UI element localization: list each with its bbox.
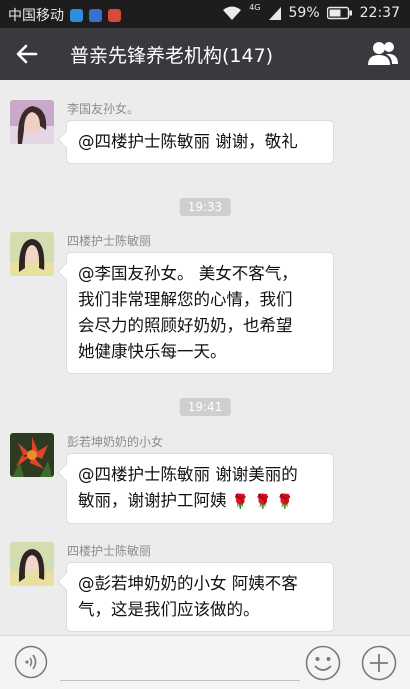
message-line: 会尽力的照顾好奶奶，也希望 — [78, 316, 293, 335]
message-line: 她健康快乐每一天。 — [78, 342, 227, 361]
message-bubble[interactable]: @四楼护士陈敏丽 谢谢，敬礼 — [66, 120, 334, 164]
more-options-button[interactable] — [361, 645, 397, 681]
message-text: @四楼护士陈敏丽 谢谢，敬礼 — [78, 132, 298, 151]
message-bubble[interactable]: @四楼护士陈敏丽 谢谢美丽的 敏丽，谢谢护工阿姨 🌹 🌹 🌹 — [66, 453, 334, 524]
group-members-icon — [368, 42, 398, 65]
message-bubble[interactable]: @李国友孙女。 美女不客气， 我们非常理解您的心情，我们 会尽力的照顾好奶奶，也… — [66, 252, 334, 374]
back-button[interactable] — [12, 40, 42, 68]
avatar[interactable] — [10, 542, 54, 586]
wifi-icon — [222, 5, 242, 21]
emoji-icon — [305, 645, 341, 681]
sender-name: 彭若坤奶奶的小女 — [67, 435, 164, 449]
clock: 22:37 — [359, 5, 400, 21]
input-bar — [0, 635, 410, 689]
carrier-name: 中国移动 — [8, 8, 64, 24]
avatar[interactable] — [10, 433, 54, 477]
sender-name: 李国友孙女。 — [67, 102, 140, 116]
plus-icon — [361, 645, 397, 681]
gallery-notification-icon — [89, 8, 102, 22]
back-arrow-icon — [16, 44, 38, 64]
message-notification-icon — [70, 8, 83, 22]
voice-input-button[interactable] — [14, 645, 48, 679]
time-divider: 19:41 — [179, 398, 231, 416]
message-line: 敏丽，谢谢护工阿姨 — [78, 491, 227, 510]
status-right: 4G 59% 22:37 — [222, 3, 400, 21]
group-members-button[interactable] — [366, 38, 400, 70]
network-type: 4G — [249, 3, 261, 12]
rose-emoji-icon: 🌹 — [276, 494, 294, 510]
status-bar: 中国移动 4G 59% 22:37 — [0, 0, 410, 28]
battery-percent: 59% — [288, 5, 320, 21]
sender-name: 四楼护士陈敏丽 — [67, 234, 152, 248]
signal-icon — [268, 6, 282, 21]
message-line: @李国友孙女。 美女不客气， — [78, 264, 298, 283]
message-bubble[interactable]: @彭若坤奶奶的小女 阿姨不客 气，这是我们应该做的。 — [66, 562, 334, 632]
chat-header: 普亲先锋养老机构(147) — [0, 28, 410, 80]
message-line: 气，这是我们应该做的。 — [78, 600, 260, 619]
sender-name: 四楼护士陈敏丽 — [67, 544, 152, 558]
message-line: @四楼护士陈敏丽 谢谢美丽的 — [78, 465, 298, 484]
rose-emoji-icon: 🌹 — [231, 494, 249, 510]
weibo-notification-icon — [108, 8, 121, 22]
emoji-button[interactable] — [305, 645, 341, 681]
message-list[interactable]: 李国友孙女。 @四楼护士陈敏丽 谢谢，敬礼 19:33 四楼护士陈敏丽 @李国友… — [0, 80, 410, 635]
chat-title: 普亲先锋养老机构(147) — [70, 45, 274, 67]
status-left: 中国移动 — [8, 5, 121, 25]
avatar[interactable] — [10, 100, 54, 144]
message-line: @彭若坤奶奶的小女 阿姨不客 — [78, 574, 298, 593]
avatar[interactable] — [10, 232, 54, 276]
rose-emoji-icon: 🌹 — [253, 494, 272, 510]
message-line: 我们非常理解您的心情，我们 — [78, 290, 293, 309]
message-input[interactable] — [60, 648, 300, 681]
time-divider: 19:33 — [179, 198, 231, 216]
voice-icon — [14, 645, 48, 679]
battery-icon — [326, 6, 353, 20]
